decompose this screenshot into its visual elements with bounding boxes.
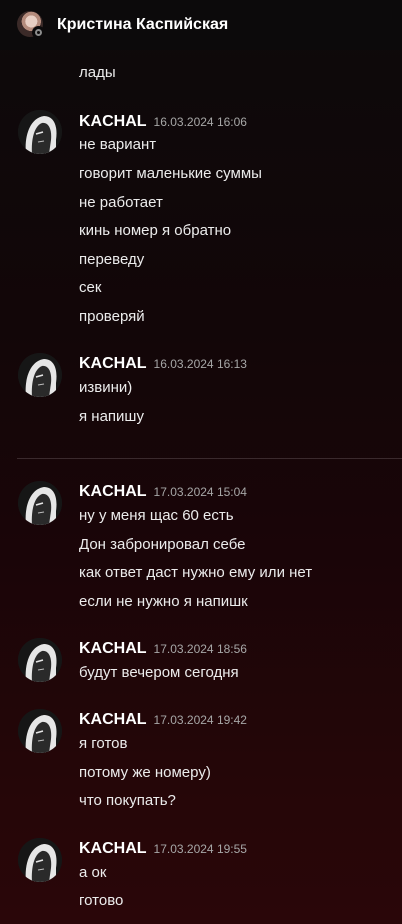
timestamp: 16.03.2024 16:06 — [153, 115, 247, 129]
message-line: лады — [79, 64, 116, 81]
message-line: не вариант — [79, 136, 157, 153]
user-avatar-kachal[interactable] — [18, 838, 62, 882]
message-line: ну у меня щас 60 есть — [79, 507, 234, 524]
avatar-face-icon — [18, 709, 62, 753]
message-header: KACHAL 17.03.2024 19:55 — [79, 840, 247, 858]
avatar-face-icon — [18, 838, 62, 882]
author-name[interactable]: KACHAL — [79, 711, 147, 728]
timestamp: 17.03.2024 19:42 — [153, 713, 247, 727]
author-name[interactable]: KACHAL — [79, 355, 147, 372]
user-avatar-kachal[interactable] — [18, 709, 62, 753]
avatar-face-icon — [18, 638, 62, 682]
message-line: будут вечером сегодня — [79, 664, 239, 681]
user-avatar-kachal[interactable] — [18, 353, 62, 397]
timestamp: 17.03.2024 18:56 — [153, 642, 247, 656]
message-line: говорит маленькие суммы — [79, 165, 262, 182]
timestamp: 16.03.2024 16:13 — [153, 357, 247, 371]
message-line: я напишу — [79, 408, 144, 425]
user-avatar-kachal[interactable] — [18, 110, 62, 154]
message-line: я готов — [79, 735, 128, 752]
message-line: переведу — [79, 251, 145, 268]
message-header: KACHAL 17.03.2024 18:56 — [79, 640, 247, 658]
avatar-face-icon — [18, 110, 62, 154]
message-line: кинь номер я обратно — [79, 222, 232, 239]
author-name[interactable]: KACHAL — [79, 483, 147, 500]
author-name[interactable]: KACHAL — [79, 640, 147, 657]
contact-name[interactable]: Кристина Каспийская — [57, 16, 228, 34]
message-header: KACHAL 17.03.2024 19:42 — [79, 711, 247, 729]
message-line: потому же номеру) — [79, 764, 211, 781]
user-avatar-kachal[interactable] — [18, 638, 62, 682]
message-line: не работает — [79, 194, 163, 211]
author-name[interactable]: KACHAL — [79, 113, 147, 130]
timestamp: 17.03.2024 19:55 — [153, 842, 247, 856]
date-divider — [17, 458, 402, 459]
message-line: проверяй — [79, 308, 145, 325]
offline-status-icon — [32, 26, 45, 39]
message-line: что покупать? — [79, 792, 176, 809]
message-header: KACHAL 16.03.2024 16:13 — [79, 355, 247, 373]
message-line: а ок — [79, 864, 107, 881]
message-line: извини) — [79, 379, 133, 396]
message-header: KACHAL 17.03.2024 15:04 — [79, 483, 247, 501]
user-avatar-kachal[interactable] — [18, 481, 62, 525]
author-name[interactable]: KACHAL — [79, 840, 147, 857]
message-line: как ответ даст нужно ему или нет — [79, 564, 313, 581]
chat-header: Кристина Каспийская — [0, 0, 402, 50]
avatar-face-icon — [18, 481, 62, 525]
message-line: готово — [79, 892, 124, 909]
avatar-face-icon — [18, 353, 62, 397]
contact-avatar[interactable] — [17, 11, 45, 39]
message-line: если не нужно я напишк — [79, 593, 248, 610]
timestamp: 17.03.2024 15:04 — [153, 485, 247, 499]
message-header: KACHAL 16.03.2024 16:06 — [79, 113, 247, 131]
message-line: сек — [79, 279, 102, 296]
message-line: Дон забронировал себе — [79, 536, 246, 553]
